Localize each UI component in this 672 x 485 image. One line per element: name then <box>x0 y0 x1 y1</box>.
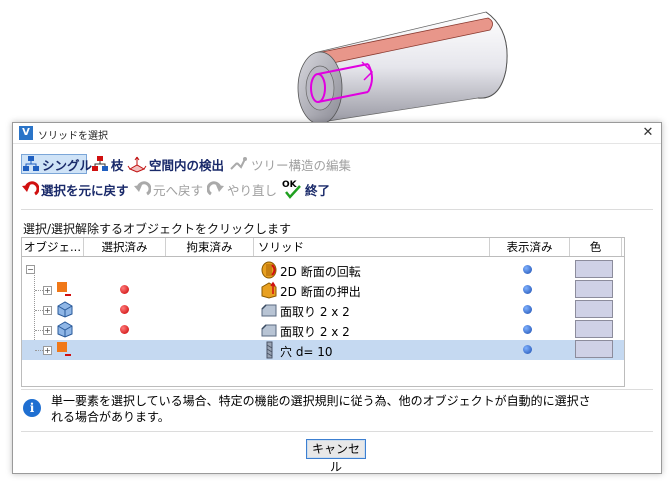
collapse-toggle[interactable]: − <box>26 265 35 274</box>
object-orange-icon <box>57 282 71 296</box>
redo-arrow-icon <box>207 181 224 196</box>
expand-toggle[interactable]: + <box>43 286 52 295</box>
selected-indicator[interactable] <box>120 305 129 314</box>
chamfer-icon <box>261 304 277 317</box>
shaft-model <box>297 11 508 125</box>
redo-button[interactable]: やり直し <box>207 179 277 199</box>
revolve-icon <box>261 261 277 279</box>
color-swatch[interactable] <box>575 340 613 358</box>
selected-indicator[interactable] <box>120 325 129 334</box>
solid-name: 面取り 2 x 2 <box>280 325 350 339</box>
extrude-icon <box>261 281 277 299</box>
undo-button[interactable]: 元へ戻す <box>133 179 203 199</box>
visible-indicator[interactable] <box>523 325 532 334</box>
col-color[interactable]: 色 <box>570 238 622 256</box>
spatial-detect-label: 空間内の検出 <box>149 157 225 173</box>
branch-select-icon <box>92 156 108 171</box>
object-cube-icon <box>57 321 73 338</box>
branch-button[interactable]: 枝 <box>91 154 124 174</box>
toolbar-divider <box>21 209 653 210</box>
object-cube-icon <box>57 301 73 318</box>
visible-indicator[interactable] <box>523 305 532 314</box>
selected-indicator[interactable] <box>120 285 129 294</box>
revert-selection-label: 選択を元に戻す <box>41 182 129 198</box>
revert-arrow-icon <box>22 181 39 196</box>
info-panel: i 単一要素を選択している場合、特定の機能の選択規則に従う為、他のオブジェクトが… <box>23 393 651 427</box>
expand-toggle[interactable]: + <box>43 326 52 335</box>
3d-viewport[interactable] <box>0 0 672 125</box>
col-object[interactable]: オブジェ... <box>22 238 84 256</box>
object-orange-icon <box>57 342 71 356</box>
toolbar-row-1: シングル 枝 空間内の検出 ツリー構造の編集 <box>21 154 653 174</box>
footer-divider <box>21 431 653 432</box>
table-header: オブジェ... 選択済み 拘束済み ソリッド 表示済み 色 <box>22 238 624 257</box>
color-swatch[interactable] <box>575 260 613 278</box>
close-button[interactable]: ✕ <box>639 124 657 142</box>
dialog-title: ソリッドを選択 <box>38 131 108 142</box>
spatial-detect-button[interactable]: 空間内の検出 <box>127 154 224 174</box>
single-button[interactable]: シングル <box>21 154 92 174</box>
undo-arrow-icon <box>134 181 151 196</box>
info-icon: i <box>23 399 41 417</box>
table-row[interactable]: + 面取り 2 x 2 <box>22 300 624 320</box>
table-row[interactable]: − 2D 断面の回転 <box>22 260 624 280</box>
undo-label: 元へ戻す <box>153 182 204 198</box>
select-solid-dialog: V ソリッドを選択 ✕ シングル 枝 空間内の検出 ツリー構造の編集 選択を元に… <box>12 122 662 474</box>
solid-name: 面取り 2 x 2 <box>280 305 350 319</box>
color-swatch[interactable] <box>575 300 613 318</box>
chamfer-icon <box>261 324 277 337</box>
table-row[interactable]: + 面取り 2 x 2 <box>22 320 624 340</box>
table-row-selected[interactable]: + 穴 d= 10 <box>22 340 624 360</box>
cancel-button[interactable]: キャンセル <box>306 439 366 474</box>
ok-text: OK <box>282 180 298 190</box>
tree-edit-button[interactable]: ツリー構造の編集 <box>229 154 351 174</box>
redo-label: やり直し <box>227 182 278 198</box>
solid-name: 2D 断面の回転 <box>280 265 361 279</box>
revert-selection-button[interactable]: 選択を元に戻す <box>21 179 129 199</box>
visible-indicator[interactable] <box>523 345 532 354</box>
info-text: 単一要素を選択している場合、特定の機能の選択規則に従う為、他のオブジェクトが自動… <box>51 394 591 424</box>
visible-indicator[interactable] <box>523 265 532 274</box>
color-swatch[interactable] <box>575 320 613 338</box>
toolbar-row-2: 選択を元に戻す 元へ戻す やり直し OK 終了 <box>21 179 653 199</box>
finish-button[interactable]: OK 終了 <box>281 179 330 199</box>
tree-edit-icon <box>230 157 247 170</box>
info-divider <box>21 389 653 390</box>
table-row[interactable]: + 2D 断面の押出 <box>22 280 624 300</box>
dialog-titlebar: V ソリッドを選択 ✕ <box>13 123 661 144</box>
hole-drill-icon <box>266 341 273 359</box>
single-label: シングル <box>42 157 93 173</box>
branch-label: 枝 <box>111 157 124 173</box>
col-solid[interactable]: ソリッド <box>254 238 490 256</box>
instruction-text: 選択/選択解除するオブジェクトをクリックします <box>23 222 292 236</box>
solid-name: 穴 d= 10 <box>280 345 333 359</box>
col-selected[interactable]: 選択済み <box>84 238 166 256</box>
spatial-detect-icon <box>127 156 147 173</box>
ok-check-icon: OK <box>282 180 301 199</box>
tree-edit-label: ツリー構造の編集 <box>251 157 352 173</box>
color-swatch[interactable] <box>575 280 613 298</box>
app-icon: V <box>19 126 33 140</box>
expand-toggle[interactable]: + <box>43 346 52 355</box>
solid-name: 2D 断面の押出 <box>280 285 361 299</box>
expand-toggle[interactable]: + <box>43 306 52 315</box>
finish-label: 終了 <box>305 182 331 198</box>
col-constrained[interactable]: 拘束済み <box>166 238 254 256</box>
col-visible[interactable]: 表示済み <box>490 238 570 256</box>
visible-indicator[interactable] <box>523 285 532 294</box>
object-table: オブジェ... 選択済み 拘束済み ソリッド 表示済み 色 − 2D 断面の回転… <box>21 237 625 387</box>
single-select-icon <box>23 156 39 171</box>
